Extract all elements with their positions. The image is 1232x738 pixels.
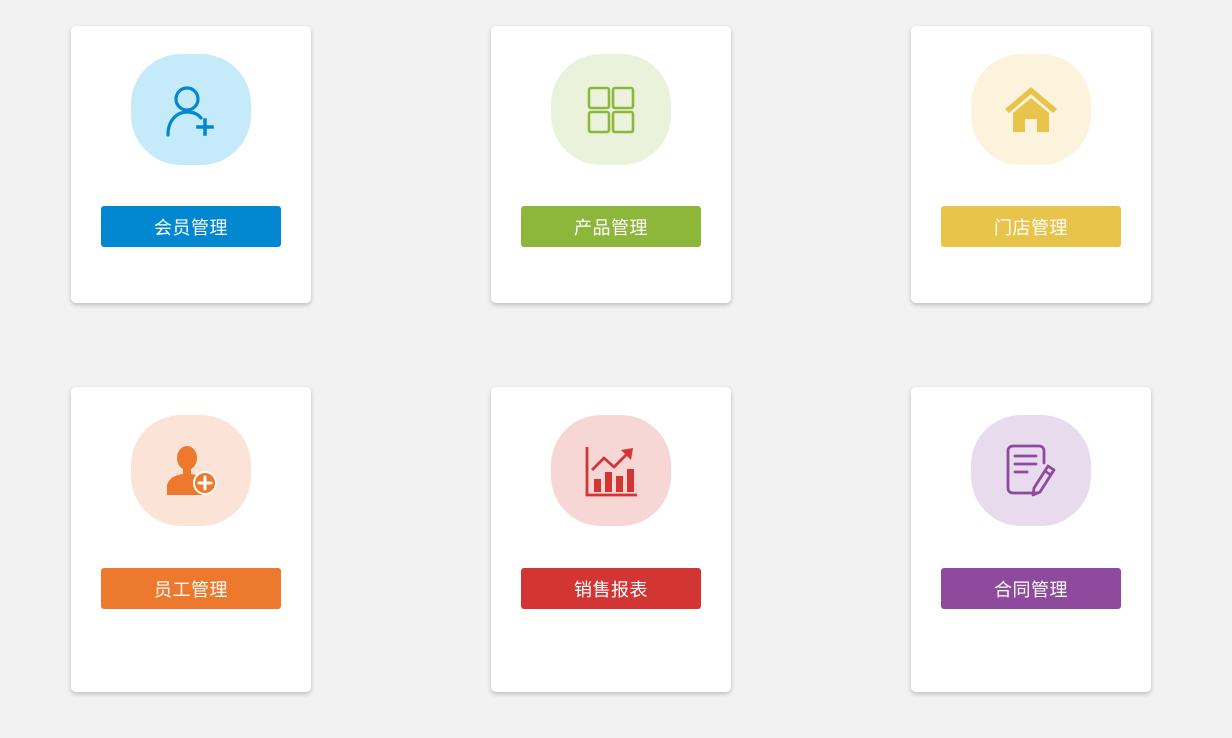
home-icon bbox=[1005, 86, 1057, 132]
contract-management-button[interactable]: 合同管理 bbox=[941, 568, 1121, 609]
employee-management-button[interactable]: 员工管理 bbox=[101, 568, 281, 609]
card-store-management: 门店管理 bbox=[911, 26, 1151, 303]
icon-background bbox=[131, 415, 251, 526]
icon-background bbox=[971, 415, 1091, 526]
bar-chart-trend-icon bbox=[585, 446, 637, 496]
store-management-button[interactable]: 门店管理 bbox=[941, 206, 1121, 247]
member-management-button[interactable]: 会员管理 bbox=[101, 206, 281, 247]
icon-background bbox=[551, 54, 671, 165]
icon-background bbox=[971, 54, 1091, 165]
card-product-management: 产品管理 bbox=[491, 26, 731, 303]
product-management-button[interactable]: 产品管理 bbox=[521, 206, 701, 247]
card-contract-management: 合同管理 bbox=[911, 387, 1151, 692]
contract-edit-icon bbox=[1006, 444, 1056, 496]
sales-report-button[interactable]: 销售报表 bbox=[521, 568, 701, 609]
card-member-management: 会员管理 bbox=[71, 26, 311, 303]
add-user-outline-icon bbox=[166, 85, 214, 137]
card-employee-management: 员工管理 bbox=[71, 387, 311, 692]
card-sales-report: 销售报表 bbox=[491, 387, 731, 692]
icon-background bbox=[131, 54, 251, 165]
grid-icon bbox=[587, 86, 635, 133]
icon-background bbox=[551, 415, 671, 526]
add-employee-icon bbox=[167, 445, 217, 495]
